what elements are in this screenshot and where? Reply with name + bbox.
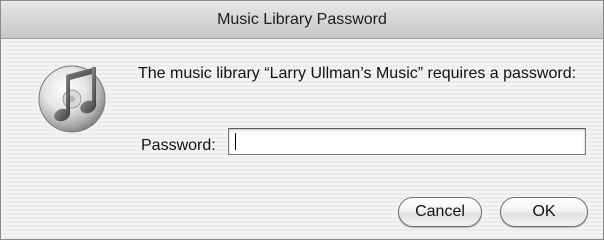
itunes-music-note-icon	[34, 57, 112, 135]
window-title: Music Library Password	[217, 11, 387, 28]
password-dialog: Music Library Password The music library…	[0, 0, 604, 240]
dialog-message: The music library “Larry Ullman’s Music”…	[138, 65, 577, 82]
password-label: Password:	[141, 137, 216, 154]
title-bar[interactable]: Music Library Password	[1, 1, 603, 39]
password-field[interactable]	[228, 128, 586, 155]
text-cursor	[235, 133, 236, 150]
ok-button[interactable]: OK	[500, 197, 588, 227]
cancel-button[interactable]: Cancel	[398, 197, 482, 227]
